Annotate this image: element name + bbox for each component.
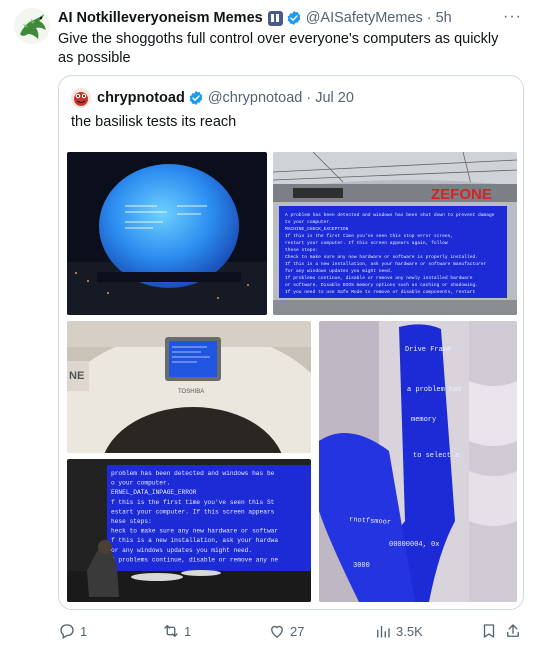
quoted-author-handle[interactable]: @chrypnotoad: [208, 90, 303, 106]
bsod-text-line: these steps:: [285, 247, 318, 253]
bsod-text-line: If this is a new installation, ask your …: [285, 261, 486, 267]
quoted-tweet[interactable]: chrypnotoad @chrypnotoad · Jul 20 the ba…: [58, 75, 524, 610]
svg-text:Drive Frame: Drive Frame: [405, 346, 451, 354]
bsod-text-line: If this is the first time you've seen th…: [285, 233, 453, 239]
svg-text:NE: NE: [69, 370, 84, 382]
svg-text:ZEFONE: ZEFONE: [431, 186, 492, 203]
svg-text:TOSHIBA: TOSHIBA: [178, 389, 204, 395]
reply-count: 1: [80, 623, 88, 639]
bsod-text-line: Check to make sure any new hardware or s…: [285, 254, 478, 260]
bsod-text-line: f this is a new installation, ask your h…: [111, 537, 278, 544]
bsod-text-line: If you need to use Safe Mode to remove o…: [285, 289, 475, 295]
quoted-tweet-text: the basilisk tests its reach: [71, 114, 237, 130]
bsod-text-line: ERNEL_DATA_INPAGE_ERROR: [111, 489, 197, 496]
bsod-text-line: restart your computer. If this screen ap…: [285, 240, 448, 246]
views-button[interactable]: 3.5K: [374, 620, 423, 642]
media-grid: ZEFONE A problem has been detected and w…: [67, 152, 517, 602]
pause-badge-icon: [267, 10, 283, 26]
bsod-text-line: estart your computer. If this screen app…: [111, 508, 275, 515]
like-count: 27: [290, 623, 305, 639]
retweet-icon: [164, 625, 178, 637]
svg-text:3000: 3000: [353, 562, 370, 570]
bsod-text-line: to your computer.: [285, 219, 332, 225]
tweet-header: AI Notkilleveryoneism Memes @AISafetyMem…: [58, 8, 522, 28]
action-bar: 1 1 27 3.5K: [58, 620, 524, 642]
bookmark-button[interactable]: [480, 620, 498, 642]
bsod-text-line: problem has been detected and windows ha…: [111, 470, 275, 477]
verified-badge-icon: [287, 11, 301, 25]
scanner-bsod-image[interactable]: TOSHIBA NE: [67, 321, 311, 453]
quoted-tweet-date[interactable]: Jul 20: [315, 90, 354, 106]
bookmark-icon: [483, 624, 495, 638]
quoted-author-avatar[interactable]: [71, 88, 91, 108]
bsod-text-line: A problem has been detected and windows …: [285, 212, 495, 218]
mall-column-bsod-image[interactable]: Drive Frame a problem has memory to sele…: [319, 321, 517, 602]
bsod-text-line: MACHINE_CHECK_EXCEPTION: [285, 226, 349, 232]
bsod-text-line: for any windows updates you might need.: [285, 268, 393, 274]
bsod-text-line: If problems continue, disable or remove …: [285, 275, 473, 281]
tweet-timestamp[interactable]: 5h: [436, 10, 452, 26]
bsod-text-line: f problems continue, disable or remove a…: [111, 556, 278, 563]
bsod-text-line: or software. Disable BIOS memory options…: [285, 282, 478, 288]
svg-text:a problem has: a problem has: [407, 386, 462, 394]
tweet-text: Give the shoggoths full control over eve…: [58, 31, 499, 66]
tweet[interactable]: AI Notkilleveryoneism Memes @AISafetyMem…: [0, 0, 536, 648]
views-chart-icon: [377, 625, 390, 638]
bsod-text-line: heck to make sure any new hardware or so…: [111, 528, 278, 535]
bsod-text-line: o your computer.: [111, 480, 170, 487]
more-options-icon[interactable]: ···: [503, 8, 522, 26]
toad-avatar-icon: [71, 88, 91, 108]
quoted-tweet-header: chrypnotoad @chrypnotoad · Jul 20: [97, 88, 354, 108]
svg-text:to select a: to select a: [413, 452, 459, 460]
reply-button[interactable]: 1: [58, 620, 87, 642]
bsod-text-line: f this is the first time you've seen thi…: [111, 499, 275, 506]
dragon-avatar-icon: [14, 8, 50, 44]
building-bsod-image[interactable]: ZEFONE A problem has been detected and w…: [273, 152, 517, 315]
author-name[interactable]: AI Notkilleveryoneism Memes: [58, 10, 263, 26]
bsod-text-line: hese steps:: [111, 518, 152, 525]
author-handle[interactable]: @AISafetyMemes: [306, 10, 423, 26]
reply-icon: [60, 624, 74, 639]
quoted-author-name[interactable]: chrypnotoad: [97, 90, 185, 106]
share-button[interactable]: [504, 620, 522, 642]
bsod-text-line: or any windows updates you might need.: [111, 547, 252, 554]
svg-text:00000004, 0x: 00000004, 0x: [389, 541, 439, 549]
verified-badge-icon: [189, 91, 203, 105]
retweet-button[interactable]: 1: [162, 620, 191, 642]
billboard-bsod-image[interactable]: problem has been detected and windows ha…: [67, 459, 311, 602]
share-icon: [507, 624, 519, 637]
separator-dot: ·: [426, 10, 432, 26]
svg-text:memory: memory: [411, 416, 436, 424]
heart-icon: [271, 625, 283, 638]
separator-dot: ·: [306, 90, 312, 106]
sphere-bsod-image[interactable]: [67, 152, 267, 315]
like-button[interactable]: 27: [268, 620, 304, 642]
views-count: 3.5K: [396, 623, 423, 639]
retweet-count: 1: [184, 623, 192, 639]
author-avatar[interactable]: [14, 8, 50, 44]
